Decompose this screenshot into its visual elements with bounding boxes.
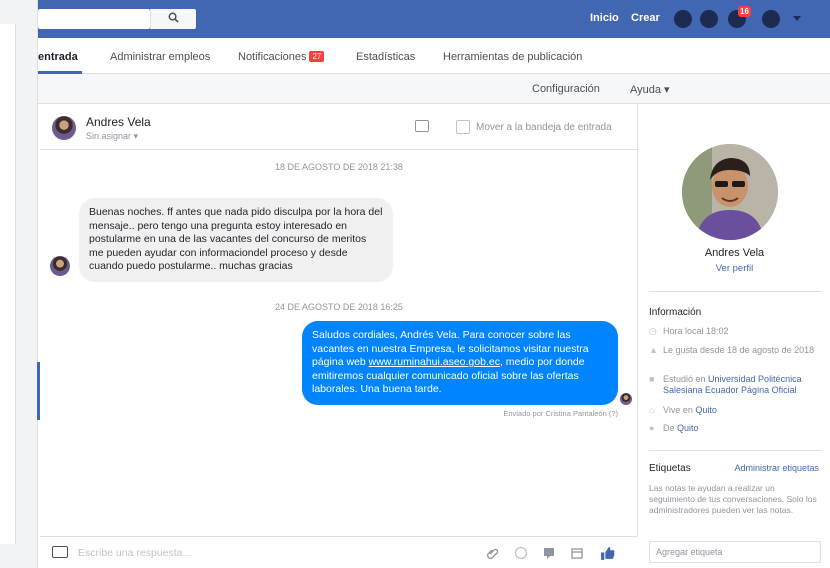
info-education: ■ Estudió en Universidad Politécnica Sale… [649, 374, 824, 396]
tags-note: Las notas te ayudan a realizar un seguim… [649, 483, 817, 515]
emoji-icon[interactable] [514, 546, 528, 560]
chevron-down-icon[interactable] [793, 16, 801, 21]
help-icon[interactable] [762, 10, 780, 28]
info-section-title: Información [649, 307, 702, 318]
messenger-icon[interactable] [700, 10, 718, 28]
clock-icon: ◷ [649, 326, 657, 336]
info-text: Vive en [663, 405, 696, 415]
from-link[interactable]: Quito [677, 423, 699, 433]
left-side-panel [0, 24, 16, 544]
tab-notifications-label: Notificaciones [238, 51, 307, 63]
settings-link[interactable]: Configuración [532, 83, 600, 95]
info-text: Hora local 18:02 [663, 326, 729, 336]
divider [649, 450, 821, 451]
date-separator: 18 DE AGOSTO DE 2018 21:38 [275, 162, 403, 172]
tab-notifications-badge: 27 [309, 51, 325, 62]
avatar[interactable] [52, 116, 76, 140]
info-text: De [663, 423, 678, 433]
info-text: Le gusta desde 18 de agosto de 2018 [663, 345, 815, 355]
conversation-header: Andres Vela Sin asignar ▾ Mover a la ban… [40, 104, 638, 150]
contact-name[interactable]: Andres Vela [86, 115, 151, 129]
tab-insights[interactable]: Estadísticas [356, 51, 415, 63]
tags-section-title: Etiquetas [649, 463, 691, 474]
reply-input[interactable]: Escribe una respuesta... [78, 547, 191, 559]
view-profile-link[interactable]: Ver perfil [639, 263, 830, 274]
info-local-time: ◷ Hora local 18:02 [649, 326, 824, 337]
assign-dropdown[interactable]: Sin asignar ▾ [86, 131, 138, 142]
attachment-icon[interactable] [486, 546, 500, 560]
nav-home-link[interactable]: Inicio [590, 12, 619, 24]
education-icon: ■ [649, 374, 655, 384]
received-message: Buenas noches. ff antes que nada pido di… [79, 198, 393, 282]
saved-reply-icon[interactable] [542, 546, 556, 560]
conversation-panel: Andres Vela Sin asignar ▾ Mover a la ban… [40, 104, 638, 568]
tab-inbox[interactable]: entrada [38, 51, 78, 63]
sender-avatar [50, 256, 70, 276]
friends-icon[interactable] [674, 10, 692, 28]
nav-create-link[interactable]: Crear [631, 12, 660, 24]
manage-tags-link[interactable]: Administrar etiquetas [729, 463, 819, 473]
help-dropdown[interactable]: Ayuda ▾ [630, 83, 670, 96]
notifications-badge: 16 [738, 6, 751, 17]
website-link[interactable]: www.ruminahui.aseo.gob.ec [369, 356, 500, 368]
info-likes-since: ▲ Le gusta desde 18 de agosto de 2018 [649, 345, 824, 356]
secondary-toolbar: Configuración Ayuda ▾ [38, 74, 830, 104]
tab-manage-jobs[interactable]: Administrar empleos [110, 51, 210, 63]
search-button[interactable] [150, 9, 196, 29]
home-icon: ⌂ [649, 405, 655, 415]
profile-panel: Andres Vela Ver perfil Información ◷ Hora… [639, 104, 830, 568]
calendar-icon[interactable] [570, 546, 584, 560]
add-tag-input[interactable]: Agregar etiqueta [649, 541, 821, 563]
date-separator: 24 DE AGOSTO DE 2018 16:25 [275, 302, 403, 312]
sent-by-label: Enviado por Cristina Pantaleón (?) [503, 409, 618, 418]
location-icon: ● [649, 423, 655, 433]
profile-photo[interactable] [682, 144, 778, 240]
mark-unread-icon[interactable] [415, 120, 429, 132]
info-text: Estudió en [663, 374, 709, 384]
info-lives-in: ⌂ Vive en Quito [649, 405, 824, 416]
profile-name: Andres Vela [704, 247, 765, 259]
top-navigation-bar: Inicio Crear 16 [38, 0, 830, 38]
sent-message: Saludos cordiales, Andrés Vela. Para con… [302, 321, 618, 405]
divider [649, 291, 821, 292]
like-icon: ▲ [649, 345, 658, 355]
search-input[interactable] [38, 9, 150, 29]
move-to-inbox-checkbox[interactable] [456, 120, 470, 134]
move-to-inbox-label[interactable]: Mover a la bandeja de entrada [476, 122, 612, 133]
left-gutter [0, 0, 38, 568]
seen-avatar [620, 393, 632, 405]
saved-replies-icon[interactable] [52, 546, 68, 558]
lives-in-link[interactable]: Quito [695, 405, 717, 415]
tab-publishing-tools[interactable]: Herramientas de publicación [443, 51, 582, 63]
search-icon [168, 12, 179, 26]
like-icon[interactable] [600, 546, 615, 560]
info-from: ● De Quito [649, 423, 824, 434]
page-tabs: entrada Administrar empleos Notificacion… [38, 38, 830, 74]
tab-notifications[interactable]: Notificaciones 27 [238, 51, 325, 63]
reply-composer: Escribe una respuesta... [40, 536, 638, 568]
